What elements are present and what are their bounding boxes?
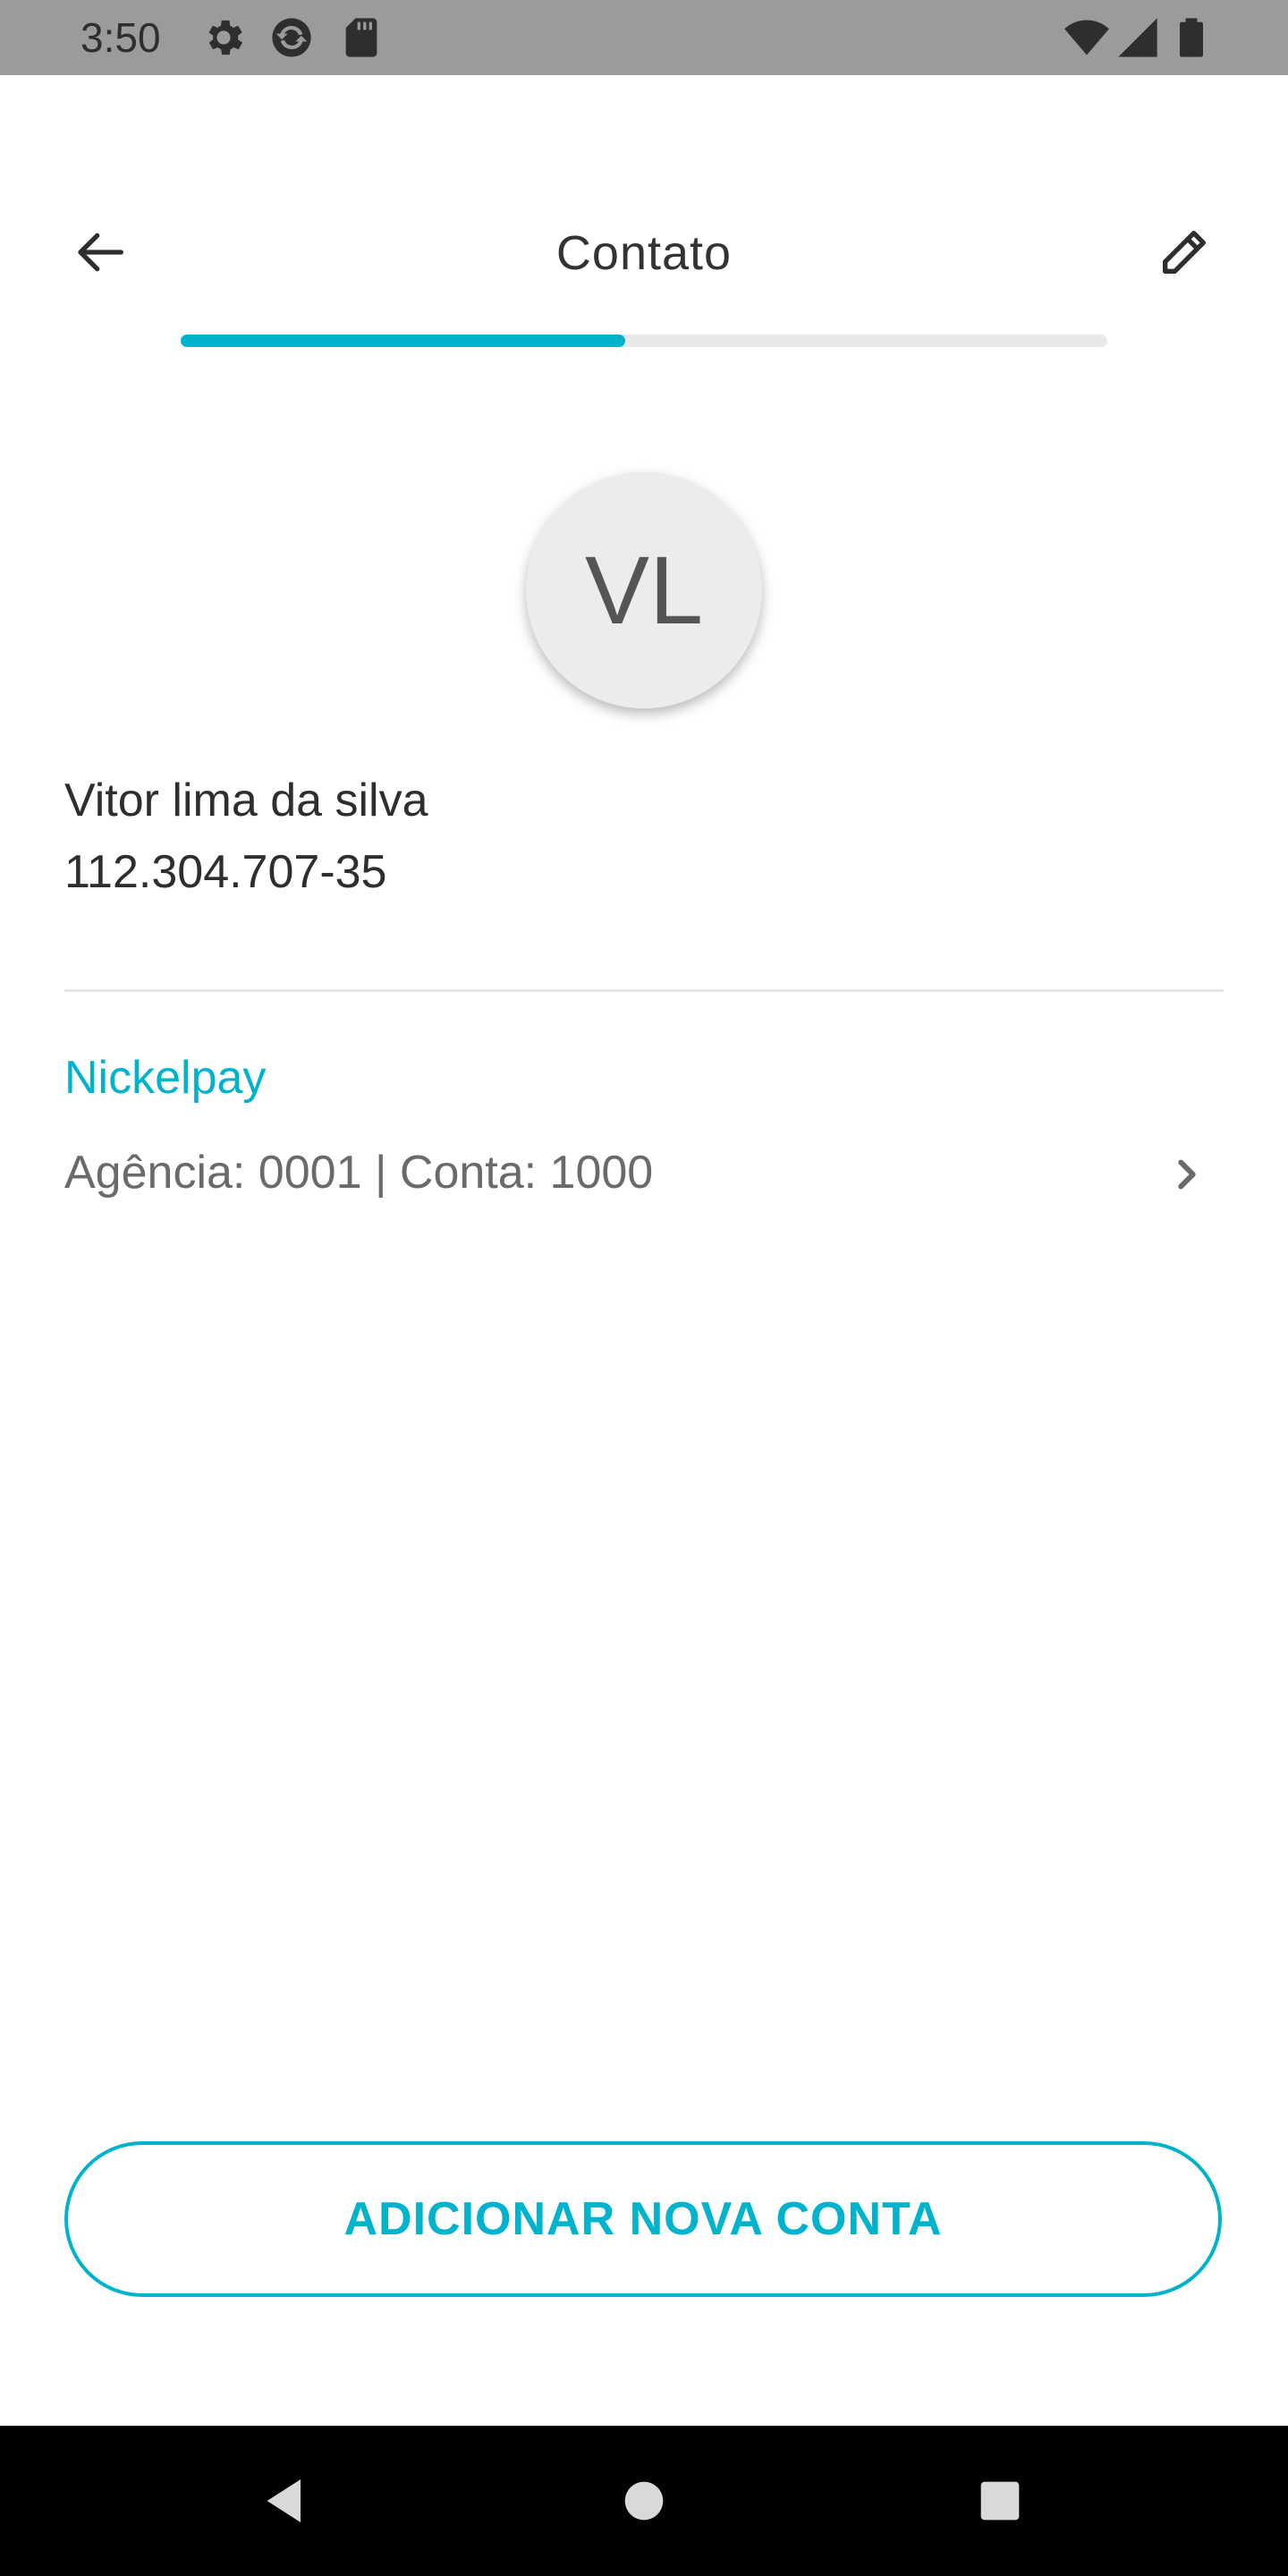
app-bar: Contato: [0, 188, 1288, 322]
nav-back-button[interactable]: [250, 2465, 322, 2537]
recents-square-icon: [980, 2481, 1020, 2521]
avatar-initials: VL: [584, 536, 704, 644]
divider: [64, 989, 1224, 992]
chevron-right-icon: [1163, 1150, 1211, 1199]
add-account-button[interactable]: ADICIONAR NOVA CONTA: [64, 2141, 1222, 2297]
bank-account-item[interactable]: Nickelpay Agência: 0001 | Conta: 1000: [0, 1038, 1288, 1216]
settings-icon: [200, 14, 247, 61]
add-account-label: ADICIONAR NOVA CONTA: [343, 2193, 943, 2245]
page-title: Contato: [555, 226, 733, 280]
pencil-icon: [1163, 231, 1206, 274]
cell-signal-icon: [1114, 14, 1161, 61]
progress-bar: [181, 335, 1107, 347]
nav-recents-button[interactable]: [964, 2465, 1036, 2537]
wifi-icon: [1061, 14, 1113, 61]
status-bar: 3:50: [0, 0, 1288, 75]
sd-card-icon: [338, 14, 385, 61]
progress-fill: [181, 335, 626, 347]
battery-icon: [1168, 14, 1215, 61]
navigation-bar: [0, 2426, 1288, 2576]
avatar: VL: [526, 472, 762, 708]
status-time: 3:50: [80, 14, 161, 61]
sync-icon: [268, 14, 315, 61]
contact-screen: 3:50 Contato VL Vitor lima da silva 112.…: [0, 0, 1288, 2576]
contact-document: 112.304.707-35: [64, 846, 387, 898]
home-circle-icon: [624, 2481, 664, 2521]
contact-name: Vitor lima da silva: [64, 775, 428, 826]
bank-name: Nickelpay: [64, 1052, 267, 1104]
back-triangle-icon: [267, 2479, 301, 2522]
edit-button[interactable]: [1147, 215, 1222, 290]
account-details: Agência: 0001 | Conta: 1000: [64, 1147, 654, 1199]
nav-home-button[interactable]: [608, 2465, 680, 2537]
